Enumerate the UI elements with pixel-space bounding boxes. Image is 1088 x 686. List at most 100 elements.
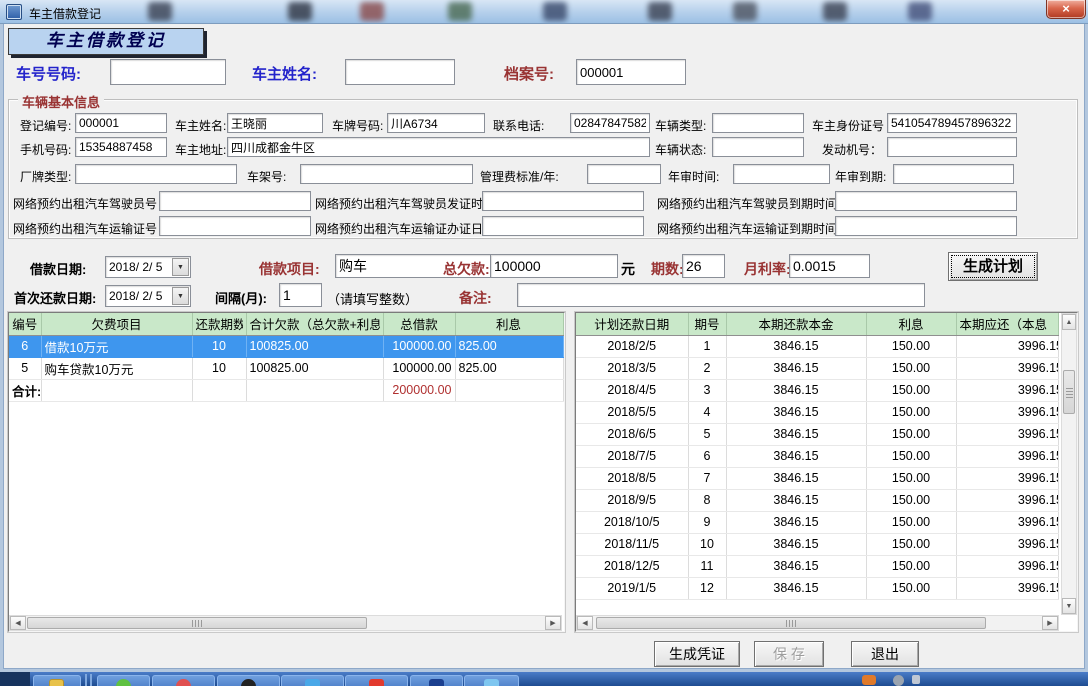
tray-icon[interactable]: [912, 675, 920, 684]
first-repay-combo[interactable]: 2018/ 2/ 5 ▼: [105, 285, 191, 307]
table-row[interactable]: 6借款10万元10100825.00100000.00825.00: [9, 335, 564, 357]
table-row[interactable]: 2018/4/533846.15150.003996.15: [576, 379, 1059, 401]
table-row[interactable]: 2018/12/5113846.15150.003996.15: [576, 555, 1059, 577]
table-row[interactable]: 2018/6/553846.15150.003996.15: [576, 423, 1059, 445]
net-driver-expiry-input[interactable]: [835, 191, 1017, 211]
net-trans-issue-input[interactable]: [482, 216, 644, 236]
tray-icon[interactable]: [862, 675, 876, 685]
cell: 3846.15: [726, 357, 866, 379]
scroll-right-icon[interactable]: ▶: [545, 616, 561, 630]
blurred-desktop-icon: [823, 2, 847, 21]
column-header: 利息: [455, 313, 564, 335]
periods-input[interactable]: [682, 254, 725, 278]
annual-review-input[interactable]: [733, 164, 830, 184]
annual-expiry-input[interactable]: [893, 164, 1014, 184]
id-no-input[interactable]: [887, 113, 1017, 133]
table-row[interactable]: 2018/7/563846.15150.003996.15: [576, 445, 1059, 467]
taskbar-button[interactable]: [152, 675, 215, 686]
plan-vscrollbar[interactable]: ▲ ▼: [1061, 313, 1077, 615]
vehicle-type-input[interactable]: [712, 113, 804, 133]
taskbar-button[interactable]: [33, 675, 81, 686]
table-row[interactable]: 2018/8/573846.15150.003996.15: [576, 467, 1059, 489]
mobile-input[interactable]: [75, 137, 167, 157]
cell: 11: [688, 555, 726, 577]
chassis-no-input[interactable]: [300, 164, 473, 184]
scroll-right-icon[interactable]: ▶: [1042, 616, 1058, 630]
mgmt-fee-input[interactable]: [587, 164, 661, 184]
taskbar-button[interactable]: [345, 675, 408, 686]
annual-expiry-label: 年审到期:: [835, 168, 886, 185]
table-row[interactable]: 2018/9/583846.15150.003996.15: [576, 489, 1059, 511]
scrollbar-thumb[interactable]: [27, 617, 367, 629]
scroll-down-icon[interactable]: ▼: [1062, 598, 1076, 614]
taskbar-button[interactable]: [410, 675, 463, 686]
file-no-input[interactable]: [576, 59, 686, 85]
scroll-up-icon[interactable]: ▲: [1062, 314, 1076, 330]
remark-input[interactable]: [517, 283, 925, 307]
titlebar[interactable]: 车主借款登记 ×: [0, 0, 1088, 24]
taskbar[interactable]: [0, 672, 1088, 686]
red-circle-app-icon: [176, 679, 191, 686]
table-row[interactable]: 5购车贷款10万元10100825.00100000.00825.00: [9, 357, 564, 379]
brand-type-input[interactable]: [75, 164, 237, 184]
table-row[interactable]: 2019/1/5123846.15150.003996.15: [576, 577, 1059, 599]
table-row[interactable]: 2018/11/5103846.15150.003996.15: [576, 533, 1059, 555]
monthly-rate-input[interactable]: [789, 254, 870, 278]
table-row[interactable]: 2018/3/523846.15150.003996.15: [576, 357, 1059, 379]
chevron-down-icon[interactable]: ▼: [172, 258, 189, 276]
cell: 100825.00: [246, 335, 383, 357]
cell: 2018/10/5: [576, 511, 688, 533]
cell: 3996.15: [956, 533, 1059, 555]
engine-no-input[interactable]: [887, 137, 1017, 157]
total-row: 合计:200000.00: [9, 379, 564, 401]
total-debt-input[interactable]: [490, 254, 618, 278]
generate-plan-button[interactable]: 生成计划: [948, 252, 1038, 281]
owner-name-input[interactable]: [345, 59, 455, 85]
start-button[interactable]: [0, 672, 30, 686]
net-driver-no-input[interactable]: [159, 191, 311, 211]
vehicle-status-input[interactable]: [712, 137, 804, 157]
phone-input[interactable]: [570, 113, 650, 133]
interval-hint: （请填写整数）: [327, 289, 418, 308]
reg-no-input[interactable]: [75, 113, 167, 133]
tray-icon[interactable]: [893, 675, 904, 686]
net-trans-no-input[interactable]: [159, 216, 311, 236]
car-no-input[interactable]: [110, 59, 226, 85]
taskbar-button[interactable]: [97, 675, 150, 686]
net-trans-expiry-input[interactable]: [835, 216, 1017, 236]
interval-input[interactable]: [279, 283, 322, 307]
table-row[interactable]: 2018/2/513846.15150.003996.15: [576, 335, 1059, 357]
cell: 200000.00: [383, 379, 455, 401]
plan-hscrollbar[interactable]: ◀ ▶: [576, 615, 1059, 631]
scroll-left-icon[interactable]: ◀: [577, 616, 593, 630]
taskbar-button[interactable]: [281, 675, 344, 686]
net-driver-issue-input[interactable]: [482, 191, 644, 211]
save-button[interactable]: 保 存: [754, 641, 824, 667]
cell: 3996.15: [956, 577, 1059, 599]
address-input[interactable]: [227, 137, 650, 157]
loan-date-combo[interactable]: 2018/ 2/ 5 ▼: [105, 256, 191, 278]
taskbar-button[interactable]: [217, 675, 280, 686]
close-button[interactable]: ×: [1046, 0, 1086, 19]
column-header: 编号: [9, 313, 41, 335]
scrollbar-thumb[interactable]: [1063, 370, 1075, 414]
table-row[interactable]: 2018/5/543846.15150.003996.15: [576, 401, 1059, 423]
v-owner-input[interactable]: [227, 113, 323, 133]
remark-label: 备注:: [459, 288, 492, 308]
cell: 3846.15: [726, 335, 866, 357]
loan-date-label: 借款日期:: [30, 259, 86, 278]
interval-label: 间隔(月):: [215, 288, 267, 307]
scroll-left-icon[interactable]: ◀: [10, 616, 26, 630]
debt-hscrollbar[interactable]: ◀ ▶: [9, 615, 562, 631]
cell: 825.00: [455, 357, 564, 379]
plate-no-input[interactable]: [387, 113, 485, 133]
cell: 1: [688, 335, 726, 357]
table-row[interactable]: 2018/10/593846.15150.003996.15: [576, 511, 1059, 533]
scrollbar-thumb[interactable]: [596, 617, 986, 629]
exit-button[interactable]: 退出: [851, 641, 919, 667]
cell: 2018/7/5: [576, 445, 688, 467]
cell: 3996.15: [956, 379, 1059, 401]
taskbar-button[interactable]: [464, 675, 519, 686]
chevron-down-icon[interactable]: ▼: [172, 287, 189, 305]
generate-voucher-button[interactable]: 生成凭证: [654, 641, 740, 667]
